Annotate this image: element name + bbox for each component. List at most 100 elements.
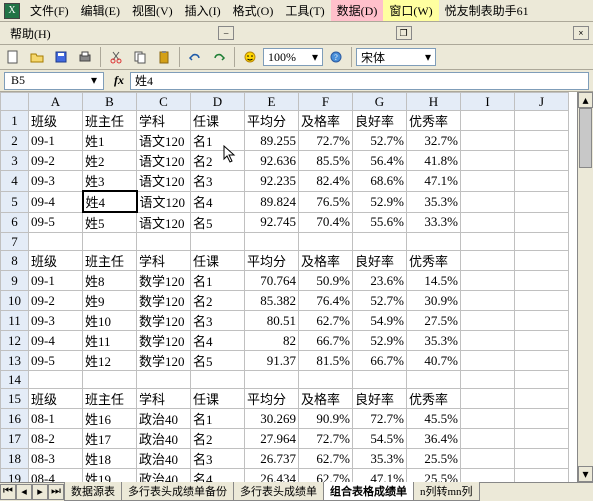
help-icon[interactable]: ? bbox=[325, 46, 347, 68]
cell[interactable]: 50.9% bbox=[299, 271, 353, 291]
cell[interactable]: 数学120 bbox=[137, 271, 191, 291]
smiley-icon[interactable] bbox=[239, 46, 261, 68]
row-header[interactable]: 15 bbox=[1, 389, 29, 409]
cell[interactable]: 名3 bbox=[191, 311, 245, 331]
cell[interactable] bbox=[515, 409, 569, 429]
cell[interactable]: 名1 bbox=[191, 409, 245, 429]
cell[interactable]: 89.255 bbox=[245, 131, 299, 151]
cell[interactable]: 82.4% bbox=[299, 171, 353, 192]
worksheet-grid[interactable]: ABCDEFGHIJ1班级班主任学科任课平均分及格率良好率优秀率209-1姓1语… bbox=[0, 92, 593, 487]
cell[interactable]: 27.5% bbox=[407, 311, 461, 331]
cell[interactable] bbox=[461, 449, 515, 469]
sheet-tab[interactable]: n列转mn列 bbox=[413, 482, 480, 501]
cell[interactable]: 班级 bbox=[29, 389, 83, 409]
row-header[interactable]: 2 bbox=[1, 131, 29, 151]
cell[interactable]: 33.3% bbox=[407, 212, 461, 233]
cell[interactable]: 姓3 bbox=[83, 171, 137, 192]
cell[interactable] bbox=[461, 351, 515, 371]
cell[interactable] bbox=[83, 233, 137, 251]
cell[interactable]: 35.3% bbox=[407, 191, 461, 212]
scroll-thumb[interactable] bbox=[579, 108, 592, 168]
cell[interactable]: 52.7% bbox=[353, 291, 407, 311]
cell[interactable]: 姓1 bbox=[83, 131, 137, 151]
cell[interactable] bbox=[299, 233, 353, 251]
cell[interactable]: 36.4% bbox=[407, 429, 461, 449]
menu-view[interactable]: 视图(V) bbox=[126, 0, 179, 21]
cell[interactable]: 优秀率 bbox=[407, 251, 461, 271]
cell[interactable] bbox=[461, 251, 515, 271]
cut-icon[interactable] bbox=[105, 46, 127, 68]
cell[interactable] bbox=[515, 351, 569, 371]
cell[interactable] bbox=[461, 429, 515, 449]
cell[interactable]: 班级 bbox=[29, 111, 83, 131]
cell[interactable]: 55.6% bbox=[353, 212, 407, 233]
cell[interactable]: 40.7% bbox=[407, 351, 461, 371]
cell[interactable]: 姓16 bbox=[83, 409, 137, 429]
cell[interactable]: 25.5% bbox=[407, 449, 461, 469]
cell[interactable]: 82 bbox=[245, 331, 299, 351]
menu-window[interactable]: 窗口(W) bbox=[383, 0, 438, 21]
cell[interactable]: 姓4 bbox=[83, 191, 137, 212]
cell[interactable]: 姓8 bbox=[83, 271, 137, 291]
cell[interactable]: 54.9% bbox=[353, 311, 407, 331]
cell[interactable]: 85.5% bbox=[299, 151, 353, 171]
cell[interactable]: 68.6% bbox=[353, 171, 407, 192]
cell[interactable]: 45.5% bbox=[407, 409, 461, 429]
cell[interactable]: 30.269 bbox=[245, 409, 299, 429]
cell[interactable] bbox=[299, 371, 353, 389]
column-header[interactable]: G bbox=[353, 93, 407, 111]
cell[interactable] bbox=[461, 291, 515, 311]
cell[interactable]: 语文120 bbox=[137, 151, 191, 171]
cell[interactable]: 09-5 bbox=[29, 351, 83, 371]
cell[interactable]: 09-1 bbox=[29, 271, 83, 291]
cell[interactable]: 良好率 bbox=[353, 251, 407, 271]
row-header[interactable]: 7 bbox=[1, 233, 29, 251]
column-header[interactable]: B bbox=[83, 93, 137, 111]
cell[interactable] bbox=[191, 233, 245, 251]
cell[interactable] bbox=[461, 311, 515, 331]
cell[interactable]: 76.4% bbox=[299, 291, 353, 311]
menu-file[interactable]: 文件(F) bbox=[24, 0, 75, 21]
redo-icon[interactable] bbox=[208, 46, 230, 68]
row-header[interactable]: 16 bbox=[1, 409, 29, 429]
cell[interactable]: 政治40 bbox=[137, 449, 191, 469]
menu-tools[interactable]: 工具(T) bbox=[279, 0, 330, 21]
cell[interactable]: 任课 bbox=[191, 111, 245, 131]
cell[interactable]: 名2 bbox=[191, 291, 245, 311]
cell[interactable] bbox=[515, 251, 569, 271]
sheet-tab[interactable]: 数据源表 bbox=[64, 482, 122, 501]
sheet-tab[interactable]: 组合表格成绩单 bbox=[323, 482, 414, 501]
cell[interactable]: 平均分 bbox=[245, 251, 299, 271]
undo-icon[interactable] bbox=[184, 46, 206, 68]
cell[interactable]: 56.4% bbox=[353, 151, 407, 171]
cell[interactable]: 70.764 bbox=[245, 271, 299, 291]
cell[interactable] bbox=[29, 233, 83, 251]
cell[interactable] bbox=[461, 171, 515, 192]
column-header[interactable]: I bbox=[461, 93, 515, 111]
cell[interactable]: 良好率 bbox=[353, 111, 407, 131]
cell[interactable] bbox=[461, 191, 515, 212]
cell[interactable] bbox=[407, 371, 461, 389]
cell[interactable]: 76.5% bbox=[299, 191, 353, 212]
scroll-up-arrow-icon[interactable]: ▴ bbox=[578, 92, 593, 108]
sheet-tab[interactable]: 多行表头成绩单备份 bbox=[121, 482, 234, 501]
cell[interactable]: 姓18 bbox=[83, 449, 137, 469]
cell[interactable] bbox=[515, 389, 569, 409]
cell[interactable]: 41.8% bbox=[407, 151, 461, 171]
cell[interactable] bbox=[461, 131, 515, 151]
row-header[interactable]: 13 bbox=[1, 351, 29, 371]
cell[interactable] bbox=[407, 233, 461, 251]
menu-insert[interactable]: 插入(I) bbox=[179, 0, 227, 21]
cell[interactable]: 语文120 bbox=[137, 212, 191, 233]
cell[interactable]: 62.7% bbox=[299, 311, 353, 331]
cell[interactable]: 09-2 bbox=[29, 291, 83, 311]
copy-icon[interactable] bbox=[129, 46, 151, 68]
cell[interactable]: 语文120 bbox=[137, 191, 191, 212]
cell[interactable] bbox=[515, 212, 569, 233]
cell[interactable]: 良好率 bbox=[353, 389, 407, 409]
row-header[interactable]: 11 bbox=[1, 311, 29, 331]
cell[interactable]: 学科 bbox=[137, 389, 191, 409]
save-icon[interactable] bbox=[50, 46, 72, 68]
menu-edit[interactable]: 编辑(E) bbox=[75, 0, 126, 21]
cell[interactable]: 66.7% bbox=[299, 331, 353, 351]
